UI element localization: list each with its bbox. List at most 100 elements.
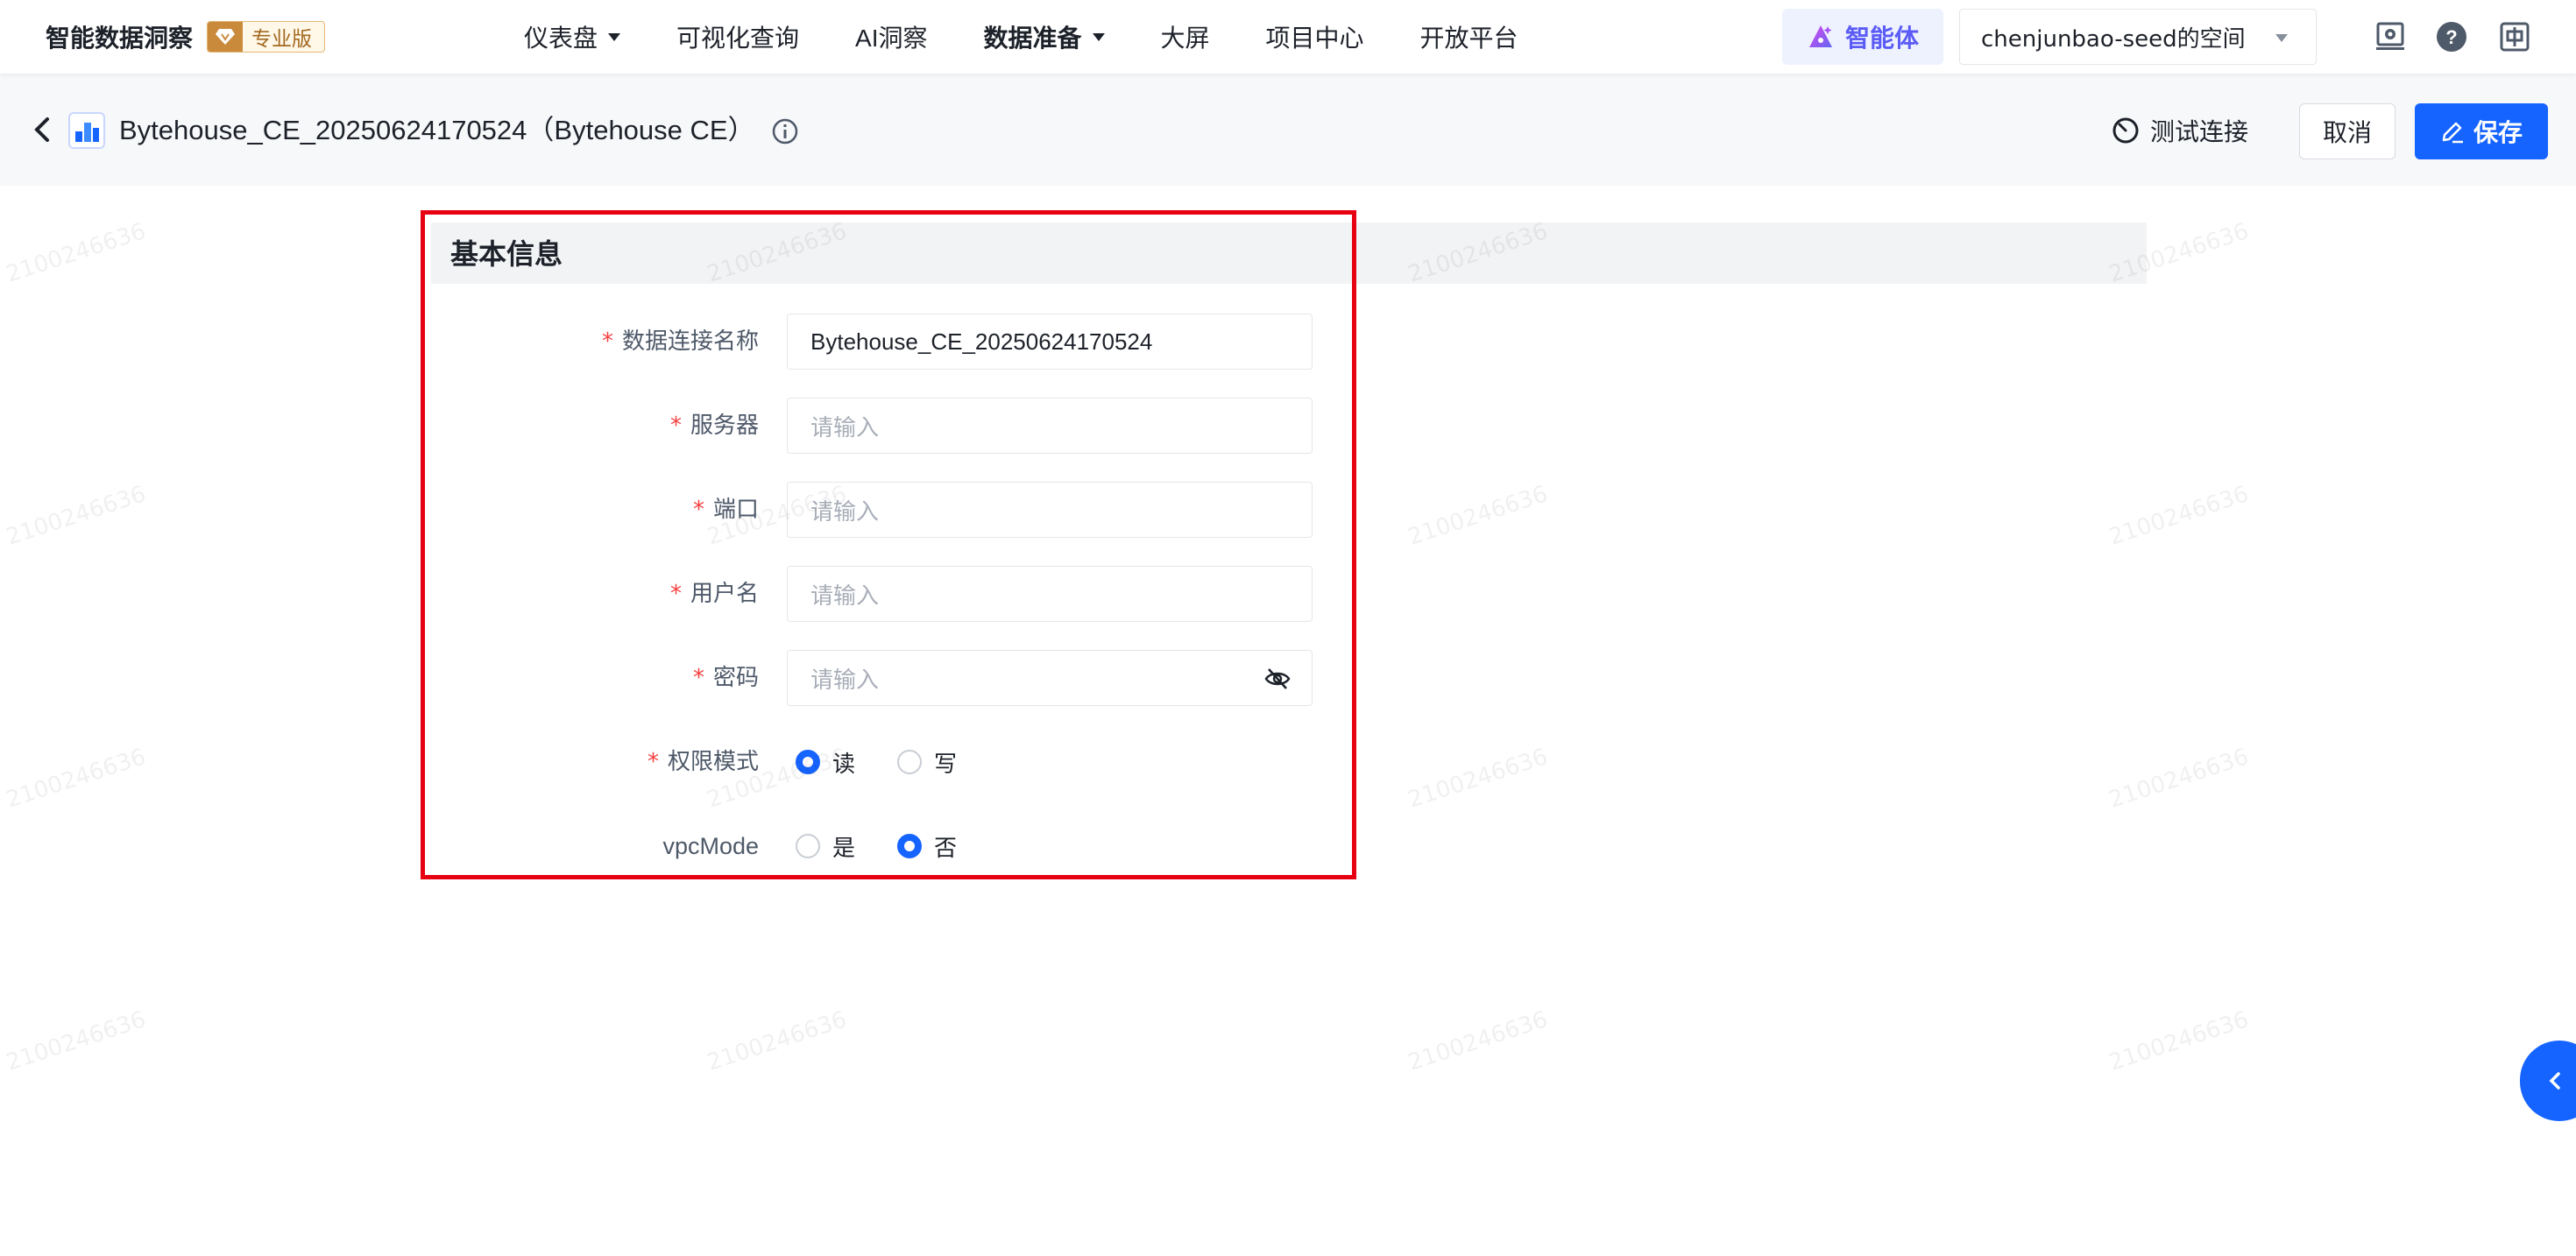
- field-label-text: 端口: [712, 497, 759, 523]
- language-switch-icon[interactable]: [2499, 21, 2530, 53]
- info-icon[interactable]: [771, 117, 799, 145]
- field-label: * 端口: [693, 482, 759, 538]
- form-row-connection-name: * 数据连接名称 Bytehouse_CE_20250624170524: [421, 314, 1314, 370]
- watermark: 2100246636: [2105, 1006, 2253, 1076]
- field-label-text: 用户名: [690, 581, 759, 607]
- brand-name: 智能数据洞察: [46, 24, 194, 53]
- help-icon[interactable]: ?: [2436, 21, 2467, 53]
- menu-item-label: 仪表盘: [524, 24, 598, 53]
- field-label-text: 服务器: [690, 413, 759, 439]
- field-label-text: 数据连接名称: [621, 328, 759, 355]
- chevron-down-icon: [2275, 34, 2288, 42]
- form-row-password: * 密码 请输入: [421, 650, 1314, 706]
- back-arrow-icon[interactable]: [30, 114, 54, 145]
- radio-checked-indicator: [796, 750, 820, 774]
- field-label-text: 密码: [712, 665, 759, 691]
- page-title: Bytehouse_CE_20250624170524（Bytehouse CE…: [119, 115, 755, 145]
- test-connection-button[interactable]: 测试连接: [2112, 109, 2248, 152]
- radio-label: 是: [832, 835, 856, 862]
- svg-text:?: ?: [2445, 26, 2457, 48]
- eye-off-icon[interactable]: [1264, 667, 1291, 691]
- agent-button[interactable]: 智能体: [1782, 9, 1943, 65]
- menu-item-label: AI洞察: [855, 25, 928, 52]
- port-placeholder: 请输入: [810, 498, 880, 526]
- radio-checked-indicator: [897, 834, 923, 858]
- task-center-icon[interactable]: [2374, 21, 2406, 53]
- radio-label: 读: [832, 751, 856, 778]
- radio-label: 写: [934, 751, 958, 778]
- watermark: 2100246636: [3, 481, 150, 551]
- menu-item-label: 可视化查询: [676, 24, 800, 53]
- space-selector-value: chenjunbao-seed的空间: [1981, 25, 2246, 53]
- agent-label: 智能体: [1844, 24, 1919, 53]
- radio-unchecked-indicator: [897, 750, 923, 774]
- field-label-text: 权限模式: [667, 749, 759, 775]
- username-input[interactable]: 请输入: [787, 566, 1313, 622]
- menu-item-project-center[interactable]: 项目中心: [1266, 19, 1364, 54]
- menu-item-visual-query[interactable]: 可视化查询: [676, 19, 799, 54]
- top-navigation-bar: 智能数据洞察 专业版 仪表盘 可视化查询 AI洞察 数据准备 大屏 项目中心 开…: [0, 0, 2576, 74]
- required-mark: *: [692, 497, 704, 523]
- watermark: 2100246636: [1405, 744, 1552, 814]
- datasource-logo-icon: [68, 112, 105, 149]
- vpc-mode-radio-group: 是 否: [796, 818, 999, 874]
- save-button[interactable]: 保存: [2415, 103, 2548, 159]
- save-label: 保存: [2473, 118, 2523, 147]
- menu-item-open-platform[interactable]: 开放平台: [1420, 19, 1518, 54]
- field-label: * 数据连接名称: [602, 314, 759, 370]
- watermark: 2100246636: [704, 1006, 851, 1076]
- test-connection-label: 测试连接: [2150, 117, 2249, 146]
- menu-item-label: 项目中心: [1265, 24, 1364, 53]
- radio-write[interactable]: 写: [897, 746, 957, 779]
- field-label: * 用户名: [670, 566, 759, 622]
- brand[interactable]: 智能数据洞察 专业版: [46, 18, 326, 56]
- radio-read[interactable]: 读: [796, 746, 855, 779]
- radio-label: 否: [934, 835, 958, 862]
- menu-item-ai-insight[interactable]: AI洞察: [855, 19, 927, 54]
- password-placeholder: 请输入: [810, 667, 880, 694]
- server-input[interactable]: 请输入: [787, 398, 1313, 454]
- username-placeholder: 请输入: [810, 582, 880, 610]
- form-row-vpc-mode: vpcMode 是 否: [421, 818, 1314, 874]
- form-row-server: * 服务器 请输入: [421, 398, 1314, 454]
- radio-unchecked-indicator: [796, 834, 820, 858]
- watermark: 2100246636: [2105, 744, 2253, 814]
- menu-item-big-screen[interactable]: 大屏: [1161, 19, 1210, 54]
- server-placeholder: 请输入: [810, 414, 880, 441]
- port-input[interactable]: 请输入: [787, 482, 1313, 538]
- menu-item-dashboard[interactable]: 仪表盘: [524, 19, 621, 54]
- menu-item-label: 开放平台: [1419, 24, 1518, 53]
- radio-no[interactable]: 否: [897, 830, 957, 863]
- space-selector[interactable]: chenjunbao-seed的空间: [1959, 9, 2317, 65]
- connection-name-input[interactable]: Bytehouse_CE_20250624170524: [787, 314, 1313, 370]
- menu-item-data-prep[interactable]: 数据准备: [984, 19, 1105, 54]
- watermark: 2100246636: [3, 744, 150, 814]
- page-header: Bytehouse_CE_20250624170524（Bytehouse CE…: [0, 74, 2576, 186]
- watermark: 2100246636: [1405, 1006, 1552, 1076]
- caret-down-icon: [1092, 32, 1105, 41]
- radio-yes[interactable]: 是: [796, 830, 855, 863]
- field-label: vpcMode: [662, 833, 759, 859]
- edition-badge: 专业版: [207, 21, 326, 53]
- diamond-icon: [208, 22, 244, 52]
- password-input[interactable]: 请输入: [787, 650, 1313, 706]
- edit-pen-icon: [2442, 122, 2463, 144]
- connection-name-value: Bytehouse_CE_20250624170524: [810, 328, 1153, 355]
- main-menu: 仪表盘 可视化查询 AI洞察 数据准备 大屏 项目中心 开放平台: [524, 18, 1575, 56]
- watermark: 2100246636: [3, 1006, 150, 1076]
- section-header-bar: [431, 222, 2147, 284]
- edition-badge-label: 专业版: [251, 28, 313, 51]
- content-area: 基本信息 * 数据连接名称 Bytehouse_CE_20250624170524…: [0, 186, 2576, 1256]
- watermark: 2100246636: [1405, 481, 1552, 551]
- menu-item-label: 大屏: [1160, 24, 1210, 53]
- agent-icon: [1808, 25, 1832, 47]
- timer-icon: [2112, 117, 2139, 144]
- section-title: 基本信息: [450, 237, 563, 271]
- permission-mode-radio-group: 读 写: [796, 734, 999, 790]
- required-mark: *: [647, 749, 659, 775]
- cancel-button[interactable]: 取消: [2299, 103, 2396, 159]
- field-label: * 权限模式: [648, 734, 759, 790]
- required-mark: *: [601, 328, 613, 355]
- required-mark: *: [669, 581, 682, 607]
- required-mark: *: [669, 413, 682, 439]
